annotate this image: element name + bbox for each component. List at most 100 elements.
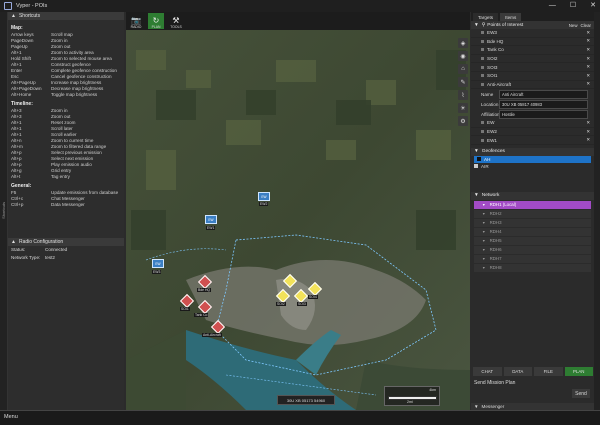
left-strip-label: Shortcuts xyxy=(1,202,6,219)
ew-item[interactable]: EW2 ✕ xyxy=(471,128,594,137)
map-marker-ew3[interactable]: EW xyxy=(152,259,164,268)
file-tab[interactable]: FILE xyxy=(534,367,563,376)
close-button[interactable]: ✕ xyxy=(590,2,596,10)
location-icon[interactable]: ◉ xyxy=(458,51,468,61)
map-marker-label-ew2: EW2 xyxy=(259,202,269,207)
network-list: ▼ RDH1 (Local) ▼ RDH2 ▼ RDH3 ▼ RDH4 ▼ RDH5 ▼ RDH6 ▼ R… xyxy=(471,200,594,272)
expand-icon: ▼ xyxy=(482,256,486,261)
messenger-header[interactable]: ▼ Messenger xyxy=(471,403,597,410)
pin-icon[interactable]: ⌂ xyxy=(458,64,468,74)
map-marker-label-ew1: EW1 xyxy=(206,226,216,231)
minimize-button[interactable]: — xyxy=(549,2,556,10)
tools-button-label: TOOLS xyxy=(170,25,182,29)
ew-item[interactable]: EW ✕ xyxy=(471,119,594,128)
poi-item[interactable]: Tank Co ✕ xyxy=(471,46,594,55)
poi-item[interactable]: SOI3 ✕ xyxy=(471,63,594,72)
send-mission-plan-title: Send Mission Plan xyxy=(474,380,516,386)
coordinate-readout: 30U XB 05173 54960 xyxy=(277,395,335,405)
chevron-down-icon: ▼ xyxy=(474,404,479,409)
radio-status-label: Status: xyxy=(11,247,26,252)
remove-icon[interactable]: ✕ xyxy=(586,120,590,126)
poi-header[interactable]: ▼ ⚲ Points of Interest New Clear xyxy=(471,21,594,29)
remove-icon[interactable]: ✕ xyxy=(586,56,590,62)
radio-network-row: Network Type: test2 xyxy=(8,254,124,262)
expand-icon: ▼ xyxy=(482,265,486,270)
remove-icon[interactable]: ✕ xyxy=(586,137,590,143)
geofence-label: AH xyxy=(484,156,491,162)
network-item[interactable]: ▼ RDH2 xyxy=(474,209,591,218)
brightness-icon[interactable]: ☀ xyxy=(458,103,468,113)
radio-header[interactable]: ▲ Radio Configuration xyxy=(8,238,124,246)
poi-item[interactable]: Bde HQ ✕ xyxy=(471,38,594,47)
clear-button[interactable]: Clear xyxy=(581,23,592,28)
satellite-map[interactable] xyxy=(126,30,470,410)
network-item[interactable]: ▼ RDH4 xyxy=(474,227,591,236)
radio-button[interactable]: 📷 RADIO xyxy=(128,13,144,29)
expand-icon: ▼ xyxy=(482,211,486,216)
shortcut-category: General: xyxy=(11,183,32,189)
remove-icon[interactable]: ✕ xyxy=(586,81,590,87)
network-header[interactable]: ▼ Network xyxy=(471,191,594,200)
right-collapse-strip[interactable] xyxy=(594,12,600,410)
poi-item[interactable]: SOI2 ✕ xyxy=(471,55,594,64)
ew-symbol-icon xyxy=(481,138,484,142)
send-button[interactable]: Send xyxy=(572,389,590,398)
affiliation-select[interactable]: Hostile xyxy=(499,109,588,119)
network-title: Network xyxy=(481,193,500,199)
map-marker-label-anti-aircraft: Anti-Aircraft xyxy=(202,333,222,338)
shortcuts-header[interactable]: ▲ Shortcuts xyxy=(8,12,124,20)
remove-icon[interactable]: ✕ xyxy=(586,129,590,135)
new-button[interactable]: New xyxy=(569,23,578,28)
menu-button[interactable]: Menu xyxy=(4,414,18,420)
remove-icon[interactable]: ✕ xyxy=(586,47,590,53)
location-input[interactable]: 30U XB 05817 40983 xyxy=(499,99,588,109)
tools-button[interactable]: ⚒ TOOLS xyxy=(168,13,184,29)
network-item[interactable]: ▼ RDH7 xyxy=(474,254,591,263)
measure-icon[interactable]: ⌇ xyxy=(458,90,468,100)
maximize-button[interactable]: ☐ xyxy=(570,2,576,10)
geofences-title: Geofences xyxy=(481,149,505,155)
geofence-item-ah[interactable]: AH xyxy=(474,155,591,163)
layers-icon[interactable]: ◈ xyxy=(458,38,468,48)
geofence-item-air[interactable]: AIR xyxy=(471,163,594,170)
geofence-label: AIR xyxy=(481,163,489,169)
remove-icon[interactable]: ✕ xyxy=(586,73,590,79)
settings-icon[interactable]: ⚙ xyxy=(458,116,468,126)
geofences-header[interactable]: ▼ Geofences xyxy=(471,147,594,156)
remove-icon[interactable]: ✕ xyxy=(586,64,590,70)
remove-icon[interactable]: ✕ xyxy=(586,30,590,36)
window-title: Vyper - POIs xyxy=(16,3,48,9)
remove-icon[interactable]: ✕ xyxy=(586,38,590,44)
data-tab[interactable]: DATA xyxy=(503,367,532,376)
plan-button[interactable]: ↻ PLAN xyxy=(148,13,164,29)
network-item[interactable]: ▼ RDH3 xyxy=(474,218,591,227)
left-collapse-strip[interactable]: Shortcuts xyxy=(0,12,8,410)
draw-icon[interactable]: ✎ xyxy=(458,77,468,87)
radio-network-label: Network Type: xyxy=(11,255,41,260)
radio-configuration: ▲ Radio Configuration Status: Connected … xyxy=(8,238,124,262)
scale-bar: 4km 2mi xyxy=(384,386,440,406)
tab-items[interactable]: Items xyxy=(500,13,522,21)
network-item[interactable]: ▼ RDH6 xyxy=(474,245,591,254)
name-input[interactable]: Anti Aircraft xyxy=(499,89,588,99)
network-item[interactable]: ▼ RDH8 xyxy=(474,263,591,272)
network-label: RDH4 xyxy=(489,229,502,235)
network-item[interactable]: ▼ RDH5 xyxy=(474,236,591,245)
poi-item[interactable]: EW3 ✕ xyxy=(471,29,594,38)
shortcut-category: Timeline: xyxy=(11,101,33,107)
poi-list: EW3 ✕ Bde HQ ✕ Tank Co ✕ SOI2 ✕ SOI3 ✕ SOI1 ✕ Anti-A… xyxy=(471,29,594,90)
plan-tab[interactable]: PLAN xyxy=(564,367,593,376)
shortcut-row: Ctrl+p Data Messenger xyxy=(11,202,121,208)
map-marker-ew2[interactable]: EW xyxy=(258,192,270,201)
poi-title: Points of Interest xyxy=(487,22,524,28)
chat-tab[interactable]: CHAT xyxy=(473,367,502,376)
map-marker-ew1[interactable]: EW xyxy=(205,215,217,224)
map-view[interactable]: 📷 RADIO ↻ PLAN ⚒ TOOLS ◈ ◉ ⌂ ✎ ⌇ ☀ ⚙ EW … xyxy=(126,12,470,410)
ew-item[interactable]: EW1 ✕ xyxy=(471,136,594,145)
map-marker-label-ew3: EW3 xyxy=(152,270,162,275)
poi-item[interactable]: Anti-Aircraft ✕ xyxy=(471,81,594,90)
network-label: RDH1 (Local) xyxy=(489,202,517,208)
poi-item[interactable]: SOI1 ✕ xyxy=(471,72,594,81)
tab-targets[interactable]: Targets xyxy=(473,13,499,21)
network-item[interactable]: ▼ RDH1 (Local) xyxy=(474,200,591,209)
